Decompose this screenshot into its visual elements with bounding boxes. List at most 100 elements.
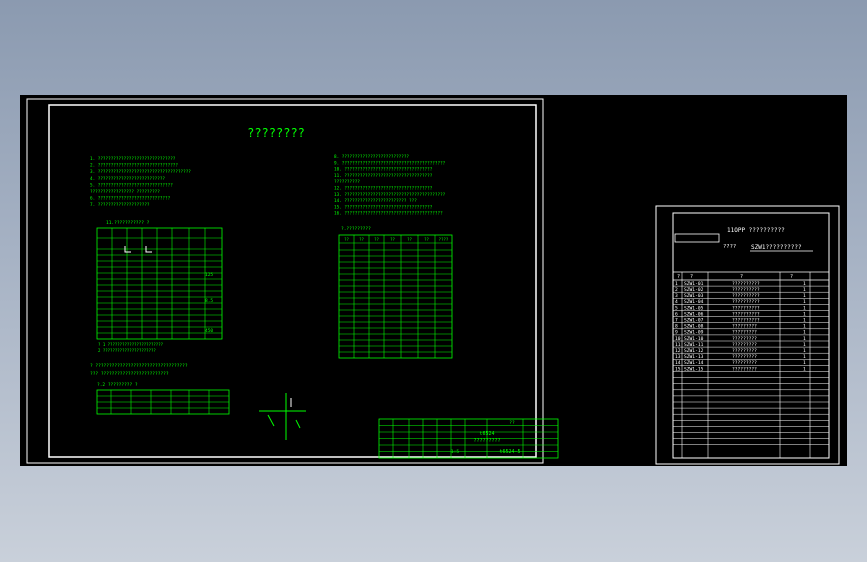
parts-row-no: 6 [675, 311, 678, 317]
note-left-line: 3. ???????????????????????????????????? [90, 169, 191, 175]
title-block-drawing-no: t6524-5 [499, 449, 520, 455]
parts-row-name: ????????? [732, 354, 757, 360]
table1-value: 8.5 [205, 298, 213, 304]
spec-table-2: ???????????????? [338, 234, 453, 359]
parts-row-qty: 1 [803, 324, 806, 330]
note-left-line: 2. ??????????????????????????????? [90, 163, 178, 169]
note-right-line: 8. ?????????????????????????? [334, 154, 409, 160]
table2-caption: ?.????????? [341, 226, 371, 232]
parts-row-qty: 1 [803, 299, 806, 305]
sheet-title: ???????? [247, 126, 305, 140]
parts-row-no: 7 [675, 318, 678, 324]
table2-header: ?? [374, 237, 379, 242]
parts-row-code: SZW1-02 [684, 287, 704, 293]
parts-row-code: SZW1-10 [684, 336, 704, 342]
parts-row-qty: 1 [803, 287, 806, 293]
parts-row-qty: 1 [803, 366, 806, 372]
parts-row-name: ????????? [732, 366, 757, 372]
parts-row-code: SZW1-03 [684, 293, 704, 299]
note-right-line: 13. ????????????????????????????????????… [334, 192, 446, 198]
parts-row-qty: 1 [803, 342, 806, 348]
note-right-line: 14. ???????????????????????? ??? [334, 198, 417, 204]
parts-row-no: 9 [675, 330, 678, 336]
parts-row-qty: 1 [803, 318, 806, 324]
parts-row-qty: 1 [803, 311, 806, 317]
parts-col-header: ? [740, 274, 743, 280]
parts-row-no: 5 [675, 305, 678, 311]
parts-list-table: 11OPP ?????????????? SZW1????????????? ?1 S… [673, 227, 829, 458]
parts-assembly-code: SZW1?????????? [751, 244, 802, 251]
parts-row-qty: 1 [803, 305, 806, 311]
parts-row-qty: 1 [803, 293, 806, 299]
table2-header: ?? [407, 237, 412, 242]
notes-right: 8. ??????????????????????????9. ????????… [334, 154, 446, 217]
parts-row-no: 8 [675, 324, 678, 330]
note-left-line: 6. ???????????????????????????? [90, 196, 171, 202]
table1-value: 125 [205, 272, 213, 278]
parts-row-no: 15 [675, 366, 681, 372]
parts-row-name: ?????????? [732, 299, 760, 305]
spec-table-1: 125 8.5 450 [96, 227, 223, 340]
parts-row-name: ????????? [732, 324, 757, 330]
parts-row-name: ????????? [732, 336, 757, 342]
parts-row-code: SZW1-11 [684, 342, 704, 348]
note-right-line: 15. ?????????????????????????????????? [334, 204, 433, 210]
parts-row-code: SZW1-05 [684, 305, 704, 311]
note-right-line: 16. ????????????????????????????????????… [334, 211, 443, 217]
parts-row-name: ?????????? [732, 305, 760, 311]
table1-caption: 11.??????????? ? [106, 220, 150, 226]
parts-row-name: ?????????? [732, 281, 760, 287]
parts-row-name: ?????????? [732, 287, 760, 293]
note-left-line: 5. ????????????????????????????? [90, 182, 173, 188]
table2-header: ?? [390, 237, 395, 242]
table2-header: ???? [439, 237, 449, 242]
note-left-line: 4. ?????????????????????????? [90, 176, 165, 182]
parts-row-no: 14 [675, 360, 681, 366]
parts-row-code: SZW1-08 [684, 324, 704, 330]
table2-header: ?? [344, 237, 349, 242]
note-right-line: 11. ?????????????????????????????????? [334, 173, 433, 179]
parts-row-name: ????????? [732, 330, 757, 336]
parts-list-sheet: 11OPP ?????????????? SZW1????????????? ?1 S… [655, 205, 840, 465]
parts-row-code: SZW1-15 [684, 366, 704, 372]
surface-symbol [259, 393, 306, 440]
parts-row-code: SZW1-09 [684, 330, 704, 336]
parts-row-name: ?????????? [732, 318, 760, 324]
note-right-line: 10. ?????????????????????????????????? [334, 167, 433, 173]
table2-header: ?? [424, 237, 429, 242]
note-right-line: 9. ?????????????????????????????????????… [334, 160, 446, 166]
note-left-line: 1. ?????????????????????????????? [90, 156, 176, 162]
title-block-scale: 1:5 [451, 449, 459, 455]
parts-row-no: 10 [675, 336, 681, 342]
parts-row-no: 4 [675, 299, 678, 305]
parts-row-qty: 1 [803, 354, 806, 360]
parts-row-name: ?????????? [732, 311, 760, 317]
table1-note-2: 2 ?????????????????????? [98, 348, 156, 353]
parts-row-name: ????????? [732, 342, 757, 348]
note-left-line: 7. ???????????????????? [90, 202, 150, 208]
parts-row-no: 1 [675, 281, 678, 287]
cad-canvas[interactable]: ???????? 1. ????????????????????????????… [0, 0, 867, 562]
parts-col-header: ? [677, 274, 680, 280]
parts-header: 11OPP ?????????? [727, 227, 785, 234]
table1-border [96, 227, 223, 340]
title-block-name: ????????? [473, 438, 500, 444]
parts-row-code: SZW1-06 [684, 311, 704, 317]
table1-value: 450 [205, 328, 213, 334]
parts-row-no: 3 [675, 293, 678, 299]
parts-row-code: SZW1-13 [684, 354, 704, 360]
parts-row-code: SZW1-14 [684, 360, 704, 366]
parts-row-name: ????????? [732, 348, 757, 354]
parts-row-qty: 1 [803, 330, 806, 336]
note-big-2: ??? ????????????????????????? [90, 371, 169, 377]
table1-note-1: ? 1 ??????????????????????? [98, 342, 164, 347]
title-block-sheet: ?? [509, 420, 515, 426]
note-big: ? ?????????????????????????????????? [90, 363, 188, 369]
parts-row-no: 11 [675, 342, 681, 348]
outer-frame [26, 98, 544, 464]
note-right-line: 12. ?????????????????????????????????? [334, 186, 433, 192]
left-drawing: ???????? 1. ????????????????????????????… [26, 98, 559, 464]
note-left-line: ????????????????? ????????? [90, 189, 160, 195]
note-right-line: ?????????? [334, 179, 360, 185]
parts-assembly-label: ???? [723, 244, 736, 250]
